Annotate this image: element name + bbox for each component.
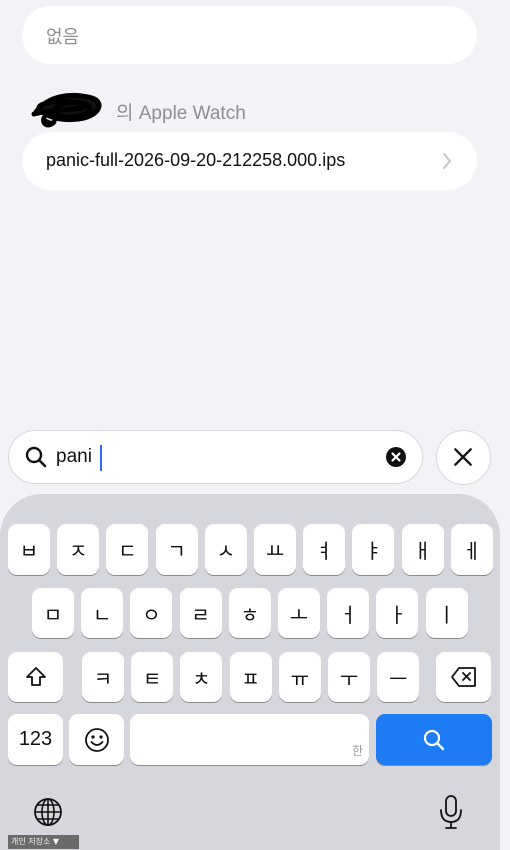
key-row2-3[interactable]: ㄹ <box>179 588 222 638</box>
key-row1-1[interactable]: ㅈ <box>57 524 100 575</box>
key-label: ㅂ <box>19 539 39 563</box>
key-row1-3[interactable]: ㄱ <box>155 524 198 575</box>
numbers-key-label: 123 <box>18 728 53 750</box>
empty-label: 없음 <box>46 27 80 48</box>
key-row1-5[interactable]: ㅛ <box>254 524 296 575</box>
key-label: ㅗ <box>289 602 309 627</box>
key-row2-8[interactable]: ㅣ <box>425 588 468 638</box>
key-row1-0[interactable]: ㅂ <box>8 524 50 575</box>
key-label: ㅌ <box>142 666 162 691</box>
key-label: ㄷ <box>118 539 137 563</box>
mic-icon <box>440 795 462 829</box>
key-label: ㅠ <box>290 666 309 691</box>
key-label: ㅛ <box>265 539 285 563</box>
text-cursor <box>100 445 102 471</box>
key-label: ㅓ <box>338 602 358 627</box>
key-label: ㅕ <box>314 539 334 563</box>
key-label: ㅈ <box>68 539 88 563</box>
key-row1-4[interactable]: ㅅ <box>204 524 247 575</box>
key-row2-5[interactable]: ㅗ <box>278 588 320 638</box>
key-label: ㅐ <box>413 539 432 563</box>
globe-key[interactable] <box>32 796 64 828</box>
key-label: ㅍ <box>241 666 260 691</box>
search-icon <box>423 729 445 750</box>
delete-icon <box>450 667 476 687</box>
key-label: ㅅ <box>216 539 235 563</box>
key-label: ㅡ <box>388 666 408 691</box>
key-row3-5[interactable]: ㅜ <box>328 652 370 702</box>
key-row1-6[interactable]: ㅕ <box>303 524 346 575</box>
key-row2-2[interactable]: ㅇ <box>130 588 173 638</box>
key-row3-1[interactable]: ㅌ <box>131 652 174 702</box>
search-query: pani <box>56 446 92 467</box>
key-label: ㅔ <box>462 539 481 563</box>
search-key[interactable] <box>376 714 492 765</box>
key-row1-2[interactable]: ㄷ <box>106 524 149 575</box>
section-header-label: 의 Apple Watch <box>116 103 246 124</box>
key-label: ㄴ <box>92 602 112 627</box>
delete-key[interactable] <box>436 652 491 702</box>
close-icon <box>454 448 472 466</box>
shift-icon <box>25 667 46 686</box>
key-label: ㅎ <box>240 602 259 627</box>
key-row3-4[interactable]: ㅠ <box>278 652 321 702</box>
key-row2-0[interactable]: ㅁ <box>32 588 74 638</box>
key-label: ㅁ <box>43 602 63 627</box>
clear-icon[interactable] <box>386 447 406 467</box>
emoji-icon <box>84 727 109 752</box>
storage-watermark: 개인 저장소 ▼ <box>8 835 79 849</box>
redaction-scribble-icon <box>31 92 102 128</box>
chevron-right-icon <box>443 153 451 169</box>
key-label: ㅋ <box>93 666 113 691</box>
korean-keyboard: ㅂ ㅈ ㄷ ㄱ ㅅ ㅛ ㅕ ㅑ ㅐ ㅔ ㅁ ㄴ ㅇ ㄹ ㅎ ㅗ ㅓ ㅏ ㅣ ㅋ ㅌ ㅊ ㅍ ㅠ ㅜ ㅡ 123 한 <box>0 494 500 850</box>
dictation-key[interactable] <box>438 794 464 830</box>
key-row2-6[interactable]: ㅓ <box>327 588 370 638</box>
key-row1-8[interactable]: ㅐ <box>401 524 444 575</box>
key-label: ㅇ <box>142 602 161 627</box>
key-label: ㅏ <box>388 602 407 627</box>
key-label: ㅑ <box>364 539 383 563</box>
key-row3-0[interactable]: ㅋ <box>82 652 124 702</box>
globe-icon <box>34 798 62 826</box>
key-label: ㄹ <box>191 602 210 627</box>
key-row2-7[interactable]: ㅏ <box>376 588 419 638</box>
file-name: panic-full-2026-09-20-212258.000.ips <box>46 150 346 170</box>
cancel-search-button[interactable] <box>436 430 491 485</box>
search-icon <box>25 446 47 468</box>
key-label: ㄱ <box>167 539 186 563</box>
key-row1-9[interactable]: ㅔ <box>450 524 493 575</box>
empty-list-card: 없음 <box>22 6 477 64</box>
key-label: ㅊ <box>192 666 211 691</box>
key-row3-3[interactable]: ㅍ <box>229 652 272 702</box>
space-key[interactable]: 한 <box>130 714 369 765</box>
key-row1-7[interactable]: ㅑ <box>352 524 395 575</box>
key-label: ㅜ <box>339 666 359 691</box>
key-row3-6[interactable]: ㅡ <box>377 652 420 702</box>
input-mode-hint: 한 <box>351 744 363 758</box>
key-row3-2[interactable]: ㅊ <box>180 652 223 702</box>
key-label: ㅣ <box>437 602 456 627</box>
log-file-row[interactable]: panic-full-2026-09-20-212258.000.ips <box>22 132 477 190</box>
emoji-key[interactable] <box>69 714 124 765</box>
shift-key[interactable] <box>8 652 63 702</box>
search-field[interactable]: pani <box>8 430 423 484</box>
key-row2-1[interactable]: ㄴ <box>81 588 124 638</box>
key-row2-4[interactable]: ㅎ <box>228 588 271 638</box>
numbers-key[interactable]: 123 <box>8 714 63 765</box>
